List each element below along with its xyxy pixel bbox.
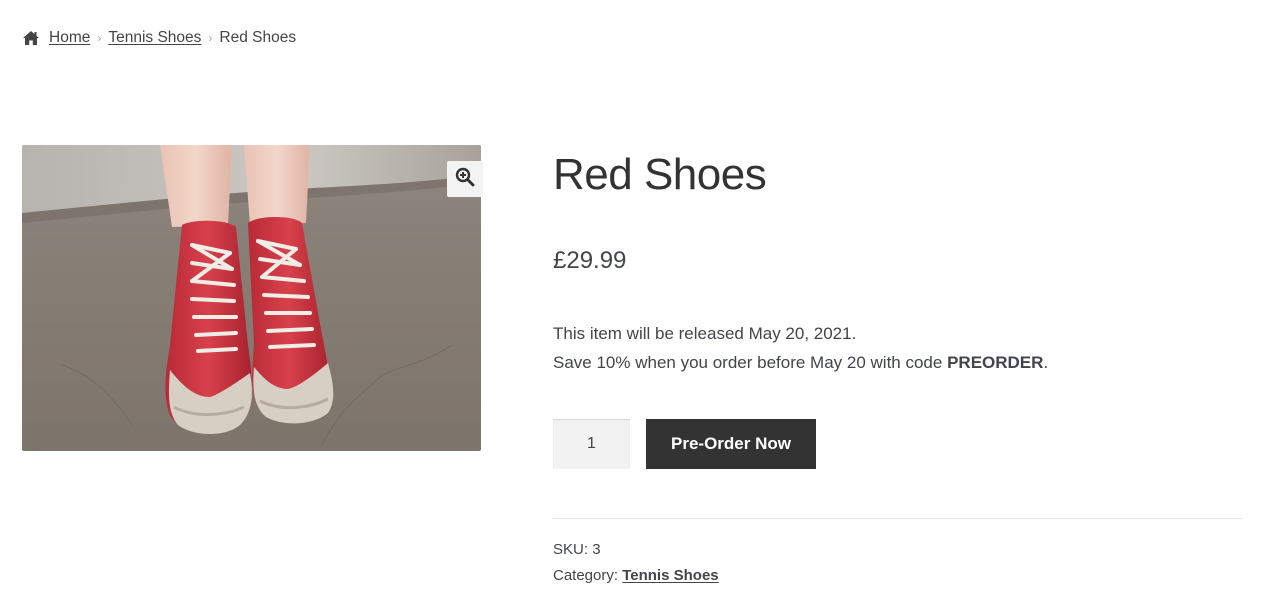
- breadcrumb-link-tennis-shoes[interactable]: Tennis Shoes: [108, 29, 201, 47]
- discount-text-end: .: [1043, 353, 1049, 372]
- product-page: Home › Tennis Shoes › Red Shoes Red Shoe…: [0, 0, 1272, 600]
- sku: SKU: 3: [553, 537, 719, 563]
- zoom-in-button[interactable]: [447, 161, 483, 197]
- product-title: Red Shoes: [553, 150, 767, 199]
- divider: [553, 518, 1243, 519]
- breadcrumb: Home › Tennis Shoes › Red Shoes: [22, 28, 296, 48]
- sku-value: 3: [592, 541, 601, 558]
- home-icon: [22, 30, 40, 46]
- discount-text: Save 10% when you order before May 20 wi…: [553, 353, 948, 372]
- sku-label: SKU:: [553, 541, 589, 558]
- pre-order-button[interactable]: Pre-Order Now: [646, 419, 816, 469]
- add-to-cart-form: Pre-Order Now: [553, 419, 816, 469]
- category: Category: Tennis Shoes: [553, 563, 719, 589]
- breadcrumb-link-home[interactable]: Home: [49, 29, 90, 47]
- breadcrumb-current: Red Shoes: [219, 29, 297, 46]
- release-note: This item will be released May 20, 2021.: [553, 324, 857, 343]
- product-meta: SKU: 3 Category: Tennis Shoes: [553, 537, 719, 589]
- product-image[interactable]: [22, 145, 481, 451]
- breadcrumb-separator-icon: ›: [208, 31, 213, 45]
- category-link[interactable]: Tennis Shoes: [622, 567, 718, 584]
- category-label: Category:: [553, 567, 619, 584]
- zoom-in-icon: [455, 167, 475, 192]
- breadcrumb-separator-icon: ›: [97, 31, 102, 45]
- product-price: £29.99: [553, 247, 627, 274]
- promo-code: PREORDER: [947, 353, 1044, 372]
- product-description: This item will be released May 20, 2021.…: [553, 319, 1048, 377]
- quantity-input[interactable]: [553, 419, 630, 469]
- preorder-discount-note: Save 10% when you order before May 20 wi…: [553, 348, 1048, 377]
